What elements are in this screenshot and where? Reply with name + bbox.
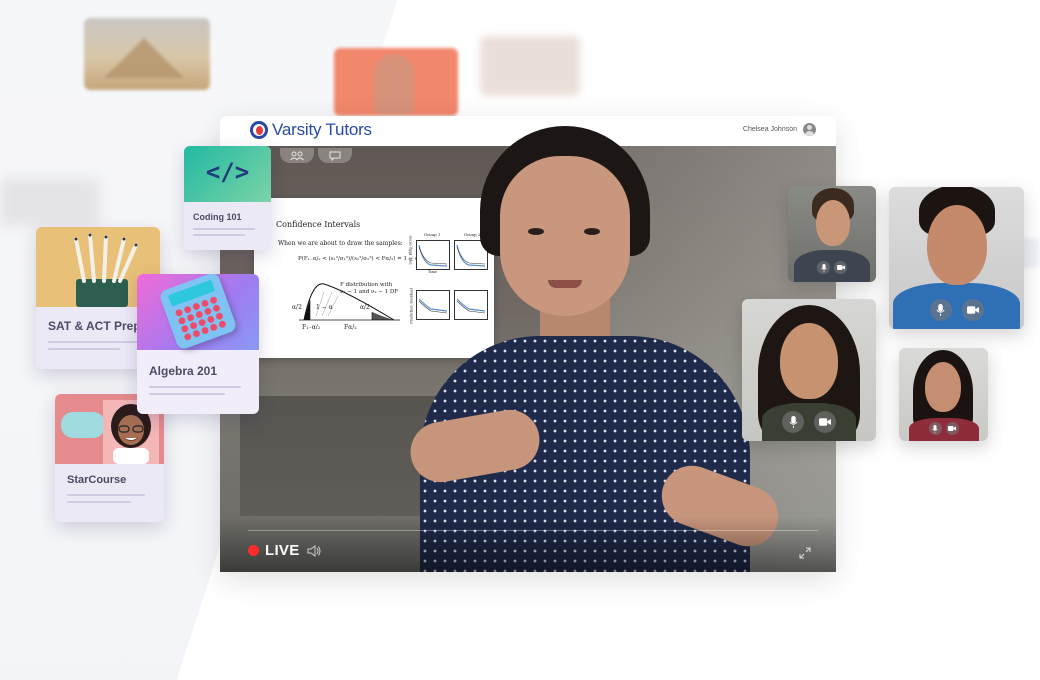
chat-bubble-icon xyxy=(329,151,341,162)
slide-distribution-label: F distribution with ν₁ − 1 and ν₂ − 1 DF xyxy=(340,282,398,296)
camera-icon xyxy=(966,306,979,314)
participant-face xyxy=(927,205,987,285)
session-tabs xyxy=(280,148,352,163)
slide-one-minus-alpha: 1 − α xyxy=(316,304,333,311)
presenter-mouth xyxy=(548,280,582,288)
participant-face xyxy=(780,323,838,399)
microphone-button[interactable] xyxy=(928,422,942,435)
participant-video-tile[interactable] xyxy=(899,348,988,441)
course-thumbnail xyxy=(137,274,259,351)
participant-video-tile[interactable] xyxy=(889,187,1024,329)
user-menu[interactable]: Chelsea Johnson xyxy=(743,123,816,136)
placeholder-line xyxy=(193,228,255,230)
course-title: Algebra 201 xyxy=(149,364,218,378)
course-title: Coding 101 xyxy=(193,212,242,222)
course-card-algebra-201[interactable]: Algebra 201 xyxy=(137,274,259,414)
brand-name: Varsity Tutors xyxy=(272,120,372,139)
live-label: LIVE xyxy=(265,542,300,559)
course-title: StarCourse xyxy=(67,474,127,486)
blurred-course-thumbnail xyxy=(480,36,580,96)
slide-distribution-label-line1: F distribution with xyxy=(340,282,393,288)
microphone-icon xyxy=(932,424,938,433)
presenter-eye xyxy=(584,228,600,235)
participant-controls xyxy=(928,422,959,435)
blurred-course-thumbnail-pyramids xyxy=(84,18,210,90)
expand-icon[interactable] xyxy=(798,546,812,560)
camera-button[interactable] xyxy=(961,299,984,321)
microphone-icon xyxy=(820,263,827,272)
microphone-icon xyxy=(936,304,945,316)
slide-subtitle: When we are about to draw the samples: xyxy=(278,240,403,247)
microphone-button[interactable] xyxy=(929,299,952,321)
slide-distribution-label-line2: ν₁ − 1 and ν₂ − 1 DF xyxy=(340,289,399,295)
presenter-video xyxy=(400,126,787,572)
camera-icon xyxy=(836,265,845,270)
slide-alpha-right: α/2 xyxy=(360,304,370,311)
microphone-button[interactable] xyxy=(782,411,804,433)
slide-f-lower: F₁₋α/₂ xyxy=(302,324,321,331)
participant-controls xyxy=(782,411,836,433)
course-title: SAT & ACT Prep xyxy=(48,319,141,333)
participant-controls xyxy=(817,261,847,274)
tab-chat[interactable] xyxy=(318,148,352,163)
placeholder-line xyxy=(67,494,145,496)
placeholder-line xyxy=(48,348,120,350)
camera-button[interactable] xyxy=(814,411,836,433)
speaker-icon[interactable] xyxy=(306,544,322,558)
user-avatar-icon[interactable] xyxy=(803,123,816,136)
live-indicator: LIVE xyxy=(248,542,322,559)
participant-controls xyxy=(929,299,984,321)
slide-alpha-left: α/2 xyxy=(292,304,302,311)
live-dot-icon xyxy=(248,545,259,556)
user-name: Chelsea Johnson xyxy=(742,126,797,133)
camera-icon xyxy=(819,418,831,426)
slide-title: Confidence Intervals xyxy=(276,220,361,229)
blurred-course-thumbnail-statue xyxy=(334,48,458,116)
code-brackets-icon: </> xyxy=(205,158,250,186)
microphone-icon xyxy=(788,416,798,428)
camera-button[interactable] xyxy=(834,261,847,274)
course-card-coding-101[interactable]: </> Coding 101 xyxy=(184,146,271,250)
player-controls: LIVE xyxy=(220,516,836,572)
placeholder-line xyxy=(193,234,245,236)
placeholder-line xyxy=(48,341,138,343)
course-thumbnail: </> xyxy=(184,146,271,202)
calculator-icon xyxy=(158,274,238,351)
brand-logo[interactable]: Varsity Tutors xyxy=(250,120,372,140)
people-icon xyxy=(290,151,304,161)
camera-icon xyxy=(948,426,956,431)
participant-face xyxy=(816,200,850,246)
player-progress-bar[interactable] xyxy=(248,530,818,531)
presenter-face xyxy=(500,156,630,316)
tab-participants[interactable] xyxy=(280,148,314,163)
participant-video-tile[interactable] xyxy=(788,186,876,282)
game-controller-icon xyxy=(61,412,105,438)
participant-video-tile[interactable] xyxy=(742,299,876,441)
slide-f-upper: Fα/₂ xyxy=(344,324,357,331)
participant-face xyxy=(925,362,961,412)
placeholder-line xyxy=(149,386,241,388)
logo-icon xyxy=(250,121,268,139)
placeholder-line xyxy=(67,501,131,503)
presenter-eye xyxy=(528,228,544,235)
placeholder-line xyxy=(149,393,225,395)
blurred-course-thumbnail xyxy=(0,178,100,226)
microphone-button[interactable] xyxy=(817,261,830,274)
pencils-icon xyxy=(74,233,138,307)
camera-button[interactable] xyxy=(945,422,959,435)
